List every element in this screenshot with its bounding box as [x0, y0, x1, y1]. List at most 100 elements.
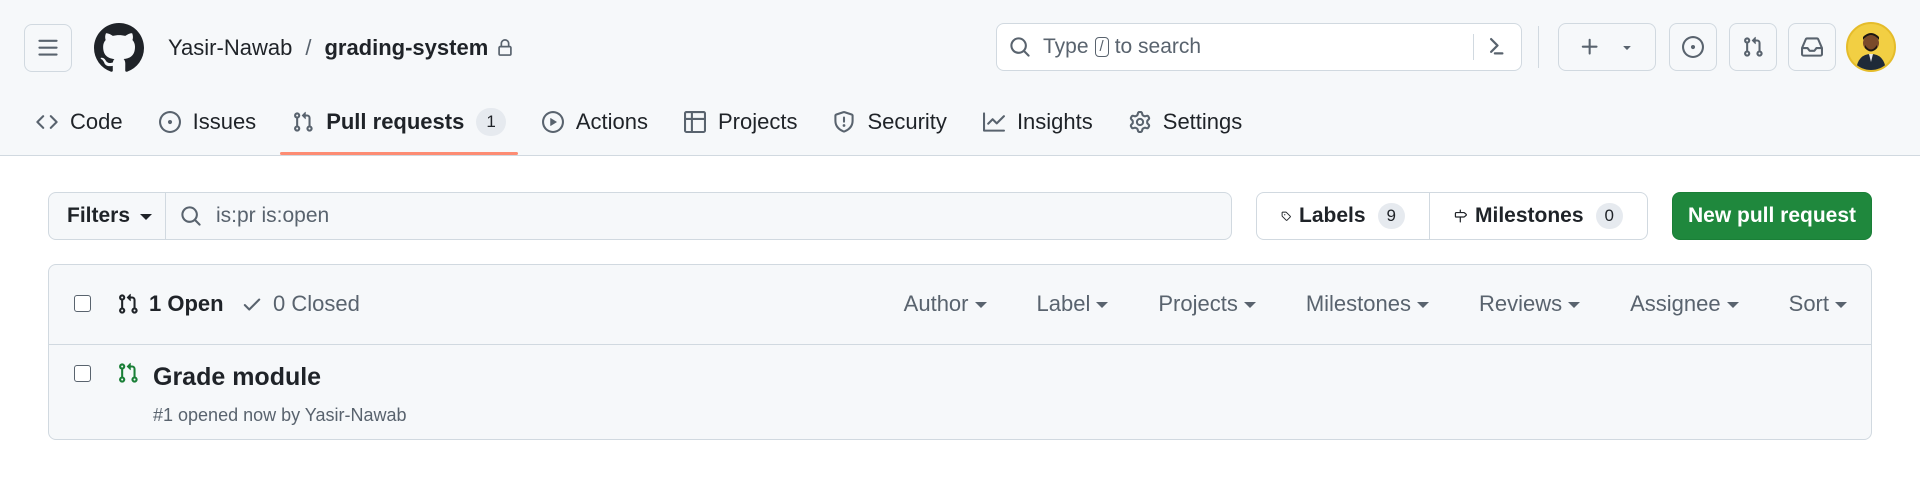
tag-icon: [1281, 211, 1291, 221]
filter-bar: Filters: [48, 192, 1232, 240]
tab-issues[interactable]: Issues: [147, 98, 269, 146]
chevron-down-icon: [1096, 302, 1109, 308]
pull-request-title-link[interactable]: Grade module: [153, 363, 321, 392]
tab-label: Actions: [575, 109, 648, 134]
tab-pull-requests[interactable]: Pull requests 1: [280, 98, 518, 155]
inbox-icon: [1801, 37, 1823, 57]
graph-icon: [982, 112, 1005, 132]
chevron-down-icon: [1568, 302, 1581, 308]
breadcrumb-separator: /: [305, 35, 312, 60]
global-search[interactable]: Type / to search: [996, 23, 1522, 71]
chevron-down-icon: [1726, 302, 1739, 308]
tab-label: Insights: [1016, 109, 1093, 134]
git-pull-request-open-icon: [119, 362, 138, 383]
hamburger-icon: [38, 39, 58, 56]
tab-label: Settings: [1162, 109, 1243, 134]
table-icon: [683, 111, 706, 133]
milestone-icon: [1454, 209, 1467, 223]
tab-projects[interactable]: Projects: [672, 98, 809, 146]
search-icon: [1010, 37, 1030, 57]
gear-icon: [1129, 111, 1150, 133]
git-pull-request-icon: [294, 111, 313, 132]
notifications-button[interactable]: [1788, 23, 1836, 71]
pull-requests-counter: 1: [476, 108, 506, 136]
git-pull-request-icon: [119, 293, 138, 314]
author-filter[interactable]: Author: [904, 291, 987, 317]
tab-settings[interactable]: Settings: [1117, 98, 1255, 146]
chevron-down-icon: [1416, 302, 1429, 308]
plus-icon: [1581, 38, 1598, 55]
labels-milestones-group: Labels 9 Milestones 0: [1256, 192, 1648, 240]
list-item: Grade module #1 opened now by Yasir-Nawa…: [49, 345, 1871, 439]
search-icon: [181, 206, 201, 226]
closed-filter-link[interactable]: 0 Closed: [241, 291, 360, 317]
tab-label: Pull requests: [326, 109, 465, 134]
chevron-down-icon: [974, 302, 987, 308]
shield-icon: [834, 111, 855, 133]
create-new-button[interactable]: [1558, 23, 1656, 71]
milestones-label: Milestones: [1475, 204, 1584, 227]
command-palette-icon[interactable]: [1487, 35, 1511, 59]
github-mark-icon: [94, 23, 144, 72]
pr-search-input[interactable]: [216, 204, 1016, 228]
your-pull-requests-button[interactable]: [1729, 23, 1777, 71]
labels-label: Labels: [1299, 204, 1366, 227]
milestones-button[interactable]: Milestones 0: [1430, 192, 1648, 240]
filters-label: Filters: [67, 204, 131, 227]
app-header: Yasir-Nawab / grading-system Type / to s…: [0, 0, 1920, 156]
avatar-portrait-icon: [1856, 33, 1886, 70]
milestones-counter: 0: [1595, 203, 1623, 229]
search-divider: [1473, 34, 1474, 60]
search-shortcut-key: /: [1094, 37, 1109, 57]
pr-search-field[interactable]: [166, 192, 1232, 240]
list-filters: Author Label Projects Milestones Reviews…: [854, 291, 1847, 317]
chevron-down-icon: [1243, 302, 1256, 308]
closed-count-label: 0 Closed: [273, 291, 360, 316]
tab-code[interactable]: Code: [24, 98, 135, 146]
tab-label: Security: [867, 109, 947, 134]
label-filter[interactable]: Label: [1037, 291, 1109, 317]
issue-opened-icon: [158, 111, 181, 133]
open-filter-link[interactable]: 1 Open: [117, 291, 224, 317]
play-icon: [541, 111, 564, 133]
user-avatar[interactable]: [1846, 22, 1896, 72]
projects-filter[interactable]: Projects: [1158, 291, 1256, 317]
tab-label: Projects: [717, 109, 798, 134]
menu-button[interactable]: [24, 24, 72, 72]
repo-name-link[interactable]: grading-system: [324, 35, 488, 61]
github-logo[interactable]: [94, 23, 144, 73]
lock-icon: [498, 39, 513, 56]
tab-label: Code: [70, 109, 123, 134]
tab-insights[interactable]: Insights: [971, 98, 1105, 146]
tab-actions[interactable]: Actions: [530, 98, 660, 146]
code-icon: [36, 115, 58, 129]
tab-label: Issues: [192, 109, 257, 134]
triangle-down-icon: [1623, 46, 1631, 50]
chevron-down-icon: [1835, 302, 1847, 308]
labels-button[interactable]: Labels 9: [1256, 192, 1430, 240]
git-pull-request-icon: [1744, 36, 1763, 57]
repo-nav: Code Issues Pull requests 1 Actions Proj…: [24, 98, 1266, 156]
labels-counter: 9: [1377, 203, 1405, 229]
pull-request-list: 1 Open 0 Closed Author Label Projects Mi…: [48, 264, 1872, 440]
breadcrumb: Yasir-Nawab / grading-system: [168, 35, 514, 61]
open-count-label: 1 Open: [149, 291, 224, 316]
filters-dropdown-button[interactable]: Filters: [48, 192, 166, 240]
check-icon: [243, 298, 261, 311]
milestones-filter[interactable]: Milestones: [1306, 291, 1429, 317]
new-pull-request-button[interactable]: New pull request: [1672, 192, 1872, 240]
repo-owner-link[interactable]: Yasir-Nawab: [168, 35, 292, 61]
list-header: 1 Open 0 Closed Author Label Projects Mi…: [49, 265, 1871, 345]
sort-dropdown[interactable]: Sort: [1789, 291, 1847, 317]
search-placeholder: Type / to search: [1043, 35, 1202, 58]
chevron-down-icon: [140, 214, 153, 220]
tab-security[interactable]: Security: [821, 98, 958, 146]
assignee-filter[interactable]: Assignee: [1630, 291, 1739, 317]
reviews-filter[interactable]: Reviews: [1479, 291, 1581, 317]
your-issues-button[interactable]: [1669, 23, 1717, 71]
header-divider: [1538, 26, 1539, 68]
select-all-checkbox[interactable]: [74, 295, 91, 312]
pull-request-meta: #1 opened now by Yasir-Nawab: [153, 405, 407, 425]
row-checkbox[interactable]: [74, 365, 91, 382]
issue-opened-icon: [1682, 36, 1704, 58]
